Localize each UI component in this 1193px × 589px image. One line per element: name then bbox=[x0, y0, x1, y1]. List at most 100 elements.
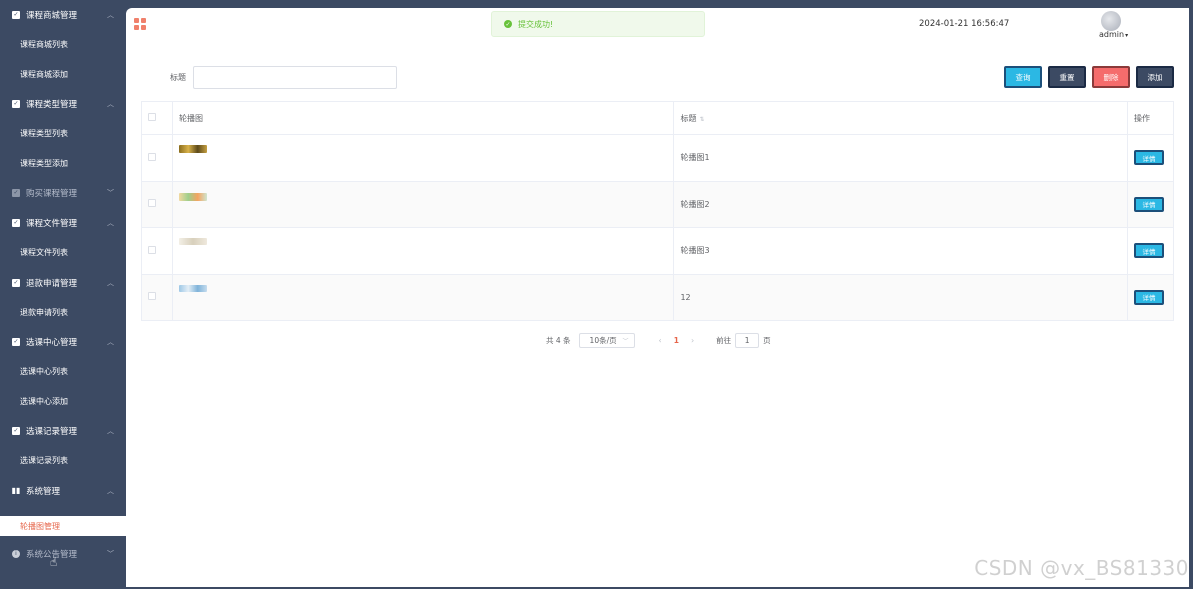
menu-group-course-type[interactable]: ✓ 课程类型管理 ︿ bbox=[0, 89, 126, 119]
sidebar-item-course-record-list[interactable]: 选课记录列表 bbox=[0, 446, 126, 476]
page-size-value: 10条/页 bbox=[589, 335, 617, 345]
column-header-image: 轮播图 bbox=[172, 101, 675, 135]
menu-group-course-record[interactable]: ✓ 选课记录管理 ︿ bbox=[0, 416, 126, 446]
select-all-checkbox[interactable] bbox=[148, 113, 156, 121]
action-cell: 详情 bbox=[1127, 181, 1175, 228]
query-button[interactable]: 查询 bbox=[1004, 66, 1042, 88]
goto-label: 前往 bbox=[716, 335, 732, 345]
row-checkbox[interactable] bbox=[148, 199, 156, 208]
chevron-up-icon: ︿ bbox=[107, 100, 114, 108]
chevron-down-icon: ﹀ bbox=[107, 189, 114, 197]
title-cell: 轮播图1 bbox=[673, 134, 1128, 182]
title-cell: 轮播图2 bbox=[673, 181, 1128, 228]
row-checkbox[interactable] bbox=[148, 245, 156, 254]
sort-icon[interactable]: ⇅ bbox=[699, 116, 704, 123]
column-header-title-label: 标题 bbox=[680, 113, 697, 123]
action-cell: 详情 bbox=[1127, 227, 1175, 275]
table-row: 轮播图2 详情 bbox=[141, 181, 1175, 228]
carousel-table: 轮播图 标题 ⇅ 操作 轮播图1 详情 轮播图2 详情 轮播图3 详情 12 详… bbox=[141, 101, 1175, 321]
current-page[interactable]: 1 bbox=[674, 336, 679, 345]
title-cell: 12 bbox=[673, 274, 1128, 321]
chevron-up-icon: ︿ bbox=[107, 486, 114, 495]
user-menu[interactable]: admin▾ bbox=[1099, 30, 1128, 39]
menu-group-label: 退款申请管理 bbox=[26, 278, 78, 289]
avatar[interactable] bbox=[1101, 11, 1121, 31]
total-count: 共 4 条 bbox=[546, 335, 571, 345]
username: admin bbox=[1099, 30, 1125, 39]
row-checkbox-cell bbox=[141, 227, 173, 275]
chevron-up-icon: ︿ bbox=[107, 11, 114, 19]
row-checkbox-cell bbox=[141, 134, 173, 182]
prev-page-icon[interactable]: ‹ bbox=[659, 336, 662, 345]
chevron-up-icon: ︿ bbox=[107, 338, 114, 346]
sidebar-item-course-mall-add[interactable]: 课程商城添加 bbox=[0, 60, 126, 90]
menu-group-purchase[interactable]: ✓ 购买课程管理 ﹀ bbox=[0, 178, 126, 208]
goto-page-input[interactable]: 1 bbox=[735, 332, 760, 348]
menu-group-label: 课程商城管理 bbox=[26, 11, 78, 21]
sidebar-item-course-center-add[interactable]: 选课中心添加 bbox=[0, 387, 126, 417]
search-label: 标题 bbox=[170, 73, 186, 82]
table-header-row: 轮播图 标题 ⇅ 操作 bbox=[141, 101, 1175, 135]
action-cell: 详情 bbox=[1127, 274, 1175, 321]
menu-group-course-mall[interactable]: ✓ 课程商城管理 ︿ bbox=[0, 0, 126, 30]
menu-group-label: 课程文件管理 bbox=[26, 219, 78, 229]
menu-group-system[interactable]: ▮▮ 系统管理 ︿ bbox=[0, 476, 126, 506]
menu-group-course-center[interactable]: ✓ 选课中心管理 ︿ bbox=[0, 327, 126, 357]
delete-button[interactable]: 删除 bbox=[1092, 66, 1130, 88]
row-checkbox[interactable] bbox=[148, 152, 156, 161]
success-check-icon: ✓ bbox=[504, 20, 512, 28]
image-cell bbox=[172, 134, 675, 182]
sidebar-item-course-type-list[interactable]: 课程类型列表 bbox=[0, 119, 126, 149]
menu-group-announcement[interactable]: i 系统公告管理 ﹀ bbox=[0, 538, 126, 570]
table-row: 轮播图1 详情 bbox=[141, 134, 1175, 182]
sidebar-item-course-center-list[interactable]: 选课中心列表 bbox=[0, 357, 126, 387]
chevron-down-icon: ▾ bbox=[1125, 32, 1129, 39]
toast-message: 提交成功! bbox=[518, 19, 554, 29]
page-size-select[interactable]: 10条/页 ﹀ bbox=[578, 332, 635, 348]
detail-button[interactable]: 详情 bbox=[1133, 150, 1164, 166]
chevron-down-icon: ﹀ bbox=[622, 337, 629, 345]
pagination: 共 4 条 10条/页 ﹀ ‹ 1 › 前往 1 页 bbox=[546, 332, 771, 348]
add-button[interactable]: 添加 bbox=[1136, 66, 1174, 88]
checkbox-icon: ✓ bbox=[12, 11, 20, 19]
menu-group-course-file[interactable]: ✓ 课程文件管理 ︿ bbox=[0, 208, 126, 238]
checkbox-icon: ✓ bbox=[12, 189, 20, 197]
datetime: 2024-01-21 16:56:47 bbox=[919, 19, 1010, 29]
menu-group-label: 系统管理 bbox=[26, 486, 61, 497]
column-header-title[interactable]: 标题 ⇅ bbox=[673, 101, 1128, 135]
detail-button[interactable]: 详情 bbox=[1133, 196, 1164, 212]
chevron-down-icon: ﹀ bbox=[107, 550, 114, 558]
title-search-input[interactable] bbox=[193, 66, 397, 89]
checkbox-icon: ✓ bbox=[12, 100, 20, 108]
success-toast: ✓ 提交成功! bbox=[491, 11, 705, 37]
carousel-thumbnail bbox=[178, 144, 207, 153]
column-header-action: 操作 bbox=[1127, 101, 1175, 135]
detail-button[interactable]: 详情 bbox=[1133, 243, 1164, 259]
checkbox-icon: ✓ bbox=[12, 338, 20, 346]
row-checkbox[interactable] bbox=[148, 292, 156, 301]
next-page-icon[interactable]: › bbox=[691, 336, 694, 345]
row-checkbox-cell bbox=[141, 181, 173, 228]
sidebar-item-course-type-add[interactable]: 课程类型添加 bbox=[0, 149, 126, 179]
reset-button[interactable]: 重置 bbox=[1048, 66, 1086, 88]
sidebar-item-refund-list[interactable]: 退款申请列表 bbox=[0, 298, 126, 328]
menu-group-label: 购买课程管理 bbox=[26, 189, 78, 199]
sidebar-item-carousel[interactable]: 轮播图管理 bbox=[4, 517, 126, 535]
row-checkbox-cell bbox=[141, 274, 173, 321]
menu-grid-icon[interactable] bbox=[134, 18, 146, 30]
sidebar-item-course-mall-list[interactable]: 课程商城列表 bbox=[0, 30, 126, 60]
title-cell: 轮播图3 bbox=[673, 227, 1128, 275]
pointer-cursor-icon: ☝ bbox=[50, 555, 58, 569]
table-row: 轮播图3 详情 bbox=[141, 227, 1175, 275]
carousel-thumbnail bbox=[178, 238, 207, 246]
sidebar-item-course-file-list[interactable]: 课程文件列表 bbox=[0, 238, 126, 268]
main-panel: ✓ 提交成功! 2024-01-21 16:56:47 admin▾ 标题 查询… bbox=[126, 8, 1189, 587]
detail-button[interactable]: 详情 bbox=[1133, 289, 1164, 305]
menu-group-refund[interactable]: ✓ 退款申请管理 ︿ bbox=[0, 268, 126, 298]
carousel-thumbnail bbox=[178, 193, 207, 202]
chevron-up-icon: ︿ bbox=[107, 427, 114, 435]
menu-group-label: 选课记录管理 bbox=[26, 427, 78, 437]
menu-group-label: 课程类型管理 bbox=[26, 100, 78, 110]
checkbox-icon: ✓ bbox=[12, 219, 20, 227]
image-cell bbox=[172, 274, 675, 321]
